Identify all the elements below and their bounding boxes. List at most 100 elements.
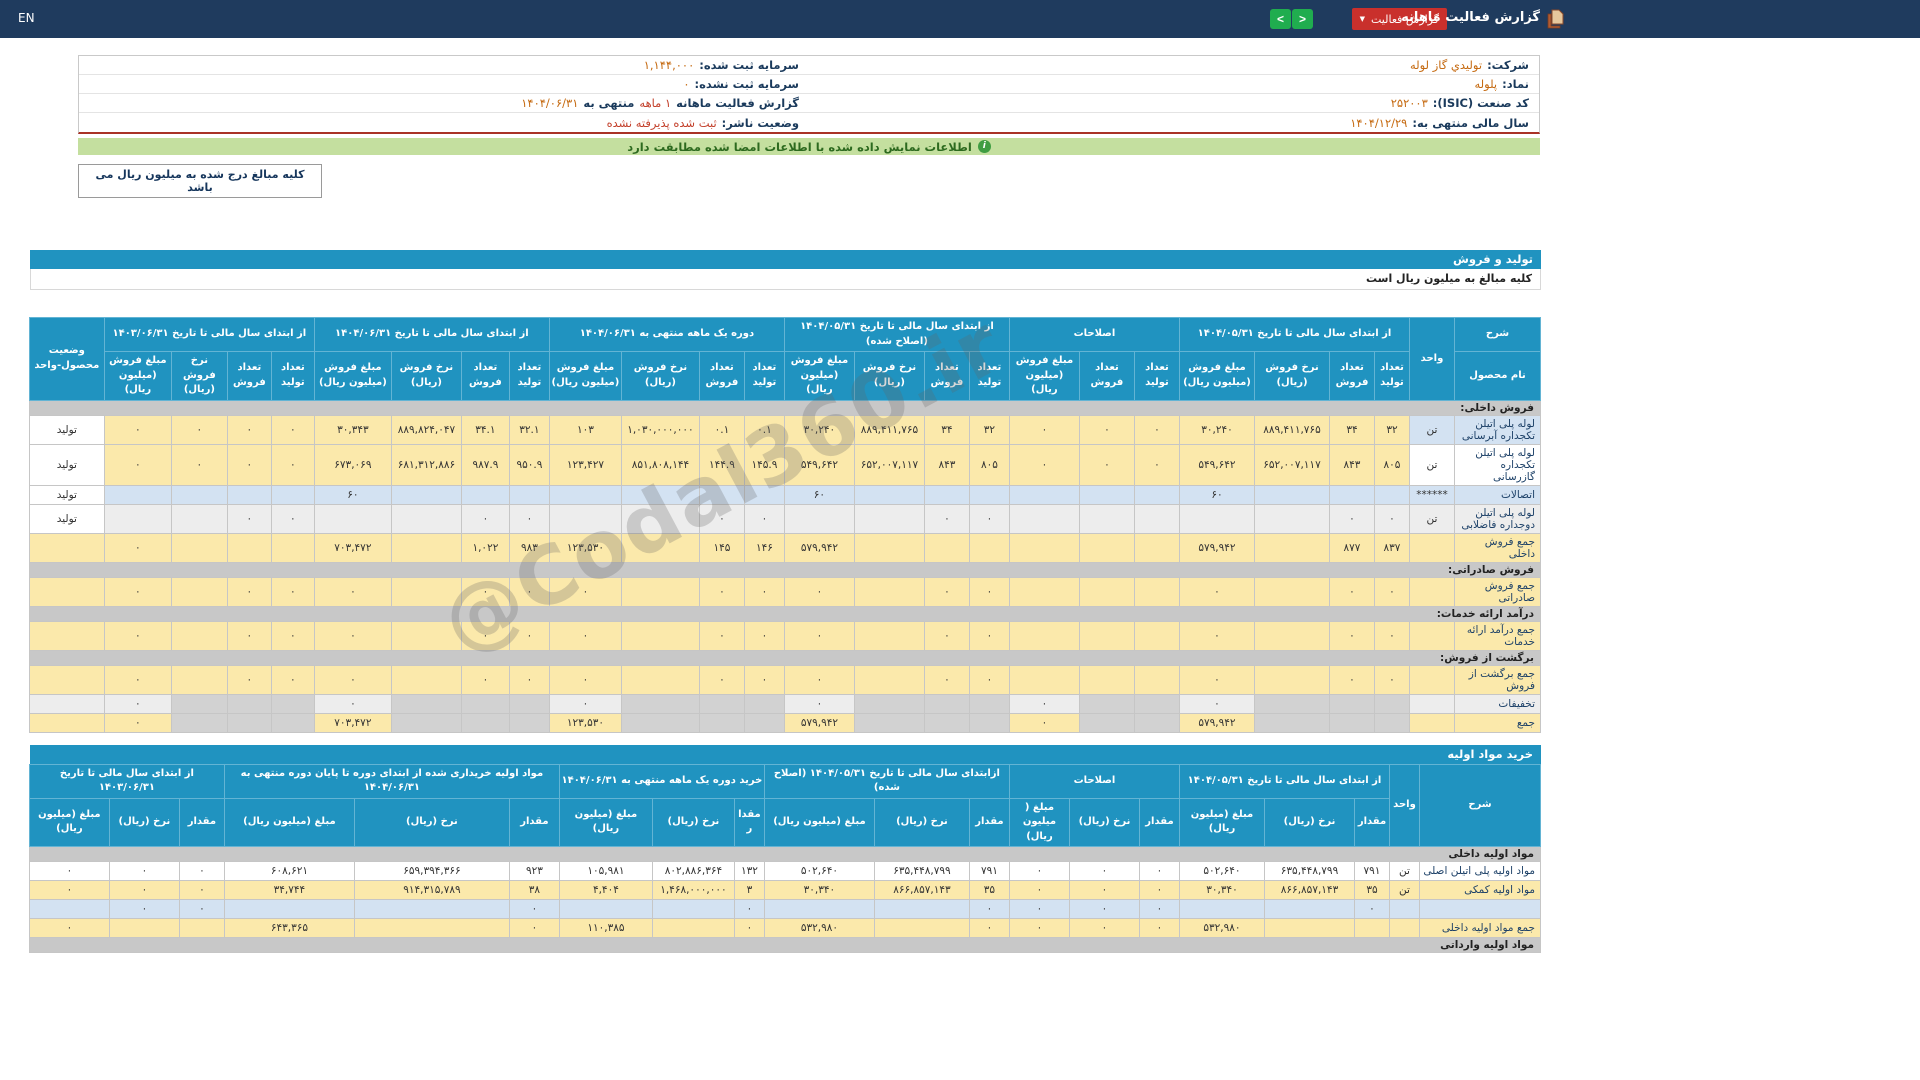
value-cell bbox=[854, 533, 924, 562]
value-cell: ۰ bbox=[784, 577, 854, 606]
column-header: نرخ فروش (ریال) bbox=[1255, 352, 1330, 401]
unit-cell bbox=[1390, 900, 1420, 919]
value-cell bbox=[924, 713, 969, 732]
column-header: نرخ (ریال) bbox=[1069, 798, 1139, 847]
nav-arrow-right-button[interactable]: > bbox=[1292, 9, 1313, 29]
value-cell: ۰ bbox=[171, 415, 227, 444]
value-cell: ۰ bbox=[1079, 415, 1134, 444]
column-header: تعداد فروش bbox=[1330, 352, 1375, 401]
value-cell: ۵۷۹,۹۴۲ bbox=[1179, 713, 1254, 732]
value-cell: ۶۰ bbox=[314, 485, 391, 504]
value-cell: ۹۵۰.۹ bbox=[509, 444, 549, 485]
value-cell bbox=[171, 694, 227, 713]
table-row: جمع درآمد ارائه خدمات۰۰۰۰۰۰۰۰۰۰۰۰۰۰۰ bbox=[29, 621, 1540, 650]
value-cell bbox=[1009, 621, 1079, 650]
value-cell: ۹۲۳ bbox=[509, 862, 559, 881]
value-cell bbox=[1355, 919, 1390, 938]
value-cell: ۹۸۷.۹ bbox=[461, 444, 509, 485]
value-cell bbox=[461, 713, 509, 732]
info-icon: i bbox=[978, 140, 991, 153]
product-name-cell: مواد اولیه پلی اتیلن اصلی bbox=[1420, 862, 1541, 881]
value-cell bbox=[1255, 713, 1330, 732]
column-header: تعداد تولید bbox=[509, 352, 549, 401]
value-cell bbox=[559, 900, 652, 919]
section-label: فروش صادراتی: bbox=[29, 562, 1540, 577]
column-header: مواد اولیه خریداری شده از ابتدای دوره تا… bbox=[224, 764, 559, 798]
value-cell bbox=[854, 504, 924, 533]
info-row-company: شرکت: تولیدي گاز لوله سرمایه ثبت شده: ۱,… bbox=[79, 56, 1539, 75]
value-cell: ۳ bbox=[734, 881, 764, 900]
value-cell bbox=[1134, 577, 1179, 606]
value-cell: ۰ bbox=[271, 577, 314, 606]
table-row: جمع برگشت از فروش۰۰۰۰۰۰۰۰۰۰۰۰۰۰۰ bbox=[29, 665, 1540, 694]
column-header: نرخ فروش (ریال) bbox=[621, 352, 699, 401]
unit-cell bbox=[1410, 694, 1455, 713]
value-cell bbox=[271, 485, 314, 504]
company-label: شرکت: bbox=[1487, 58, 1529, 72]
value-cell bbox=[1255, 694, 1330, 713]
company-value: تولیدي گاز لوله bbox=[1410, 58, 1482, 72]
value-cell: ۰ bbox=[1375, 621, 1410, 650]
value-cell: ۰ bbox=[1355, 900, 1390, 919]
value-cell bbox=[1255, 621, 1330, 650]
value-cell: ۰ bbox=[1179, 577, 1254, 606]
value-cell: ۰ bbox=[314, 621, 391, 650]
table-row: اتصالات******۶۰۶۰۶۰تولید bbox=[29, 485, 1540, 504]
value-cell bbox=[227, 694, 271, 713]
value-cell: ۰ bbox=[1069, 919, 1139, 938]
value-cell: ۰ bbox=[1009, 444, 1079, 485]
value-cell bbox=[314, 504, 391, 533]
product-name-cell: جمع bbox=[1455, 713, 1541, 732]
section-row: برگشت از فروش: bbox=[29, 650, 1540, 665]
value-cell: ۱۳۲ bbox=[734, 862, 764, 881]
value-cell bbox=[621, 665, 699, 694]
value-cell: ۵۰۲,۶۴۰ bbox=[1179, 862, 1264, 881]
value-cell: ۸۸۹,۸۲۴,۰۴۷ bbox=[391, 415, 461, 444]
value-cell: ۱۴۵.۹ bbox=[744, 444, 784, 485]
report-period-ending-label: منتهی به bbox=[583, 96, 634, 110]
value-cell: ۰ bbox=[179, 862, 224, 881]
value-cell: ۶۵۲,۰۰۷,۱۱۷ bbox=[854, 444, 924, 485]
status-cell bbox=[29, 665, 104, 694]
fiscal-year-label: سال مالی منتهی به: bbox=[1412, 116, 1529, 130]
status-cell: تولید bbox=[29, 504, 104, 533]
column-header: تعداد تولید bbox=[1134, 352, 1179, 401]
value-cell bbox=[924, 533, 969, 562]
product-name-cell: تخفیفات bbox=[1455, 694, 1541, 713]
info-row-isic: کد صنعت (ISIC): ۲۵۲۰۰۳ گزارش فعالیت ماها… bbox=[79, 94, 1539, 113]
value-cell: ۳۴ bbox=[924, 415, 969, 444]
symbol-label: نماد: bbox=[1502, 77, 1529, 91]
unit-cell: ****** bbox=[1410, 485, 1455, 504]
value-cell: ۰ bbox=[271, 415, 314, 444]
value-cell: ۰ bbox=[104, 621, 171, 650]
value-cell: ۳۰,۲۴۰ bbox=[784, 415, 854, 444]
value-cell bbox=[391, 694, 461, 713]
value-cell bbox=[227, 533, 271, 562]
value-cell: ۱,۰۳۰,۰۰۰,۰۰۰ bbox=[621, 415, 699, 444]
value-cell: ۰ bbox=[104, 415, 171, 444]
value-cell: ۰ bbox=[109, 881, 179, 900]
column-header: از ابتدای سال مالی تا تاریخ ۱۴۰۴/۰۶/۳۱ bbox=[314, 318, 549, 352]
value-cell: ۰ bbox=[104, 577, 171, 606]
value-cell: ۰ bbox=[1375, 577, 1410, 606]
value-cell: ۰ bbox=[1009, 919, 1069, 938]
value-cell: ۰ bbox=[1009, 862, 1069, 881]
column-header: تعداد فروش bbox=[924, 352, 969, 401]
value-cell: ۰ bbox=[1009, 881, 1069, 900]
value-cell bbox=[354, 900, 509, 919]
value-cell: ۰ bbox=[1139, 900, 1179, 919]
product-name-cell: جمع درآمد ارائه خدمات bbox=[1455, 621, 1541, 650]
nav-arrow-left-button[interactable]: < bbox=[1270, 9, 1291, 29]
value-cell: ۹۱۴,۳۱۵,۷۸۹ bbox=[354, 881, 509, 900]
column-header: نرخ (ریال) bbox=[109, 798, 179, 847]
value-cell: ۰ bbox=[509, 900, 559, 919]
value-cell bbox=[1375, 713, 1410, 732]
document-copy-icon bbox=[1546, 9, 1564, 29]
status-cell: تولید bbox=[29, 444, 104, 485]
value-cell bbox=[509, 485, 549, 504]
value-cell bbox=[1079, 577, 1134, 606]
value-cell: ۶۴۳,۳۶۵ bbox=[224, 919, 354, 938]
language-toggle[interactable]: EN bbox=[18, 11, 35, 25]
value-cell: ۰ bbox=[271, 621, 314, 650]
value-cell: ۱۲۳,۴۲۷ bbox=[549, 444, 621, 485]
